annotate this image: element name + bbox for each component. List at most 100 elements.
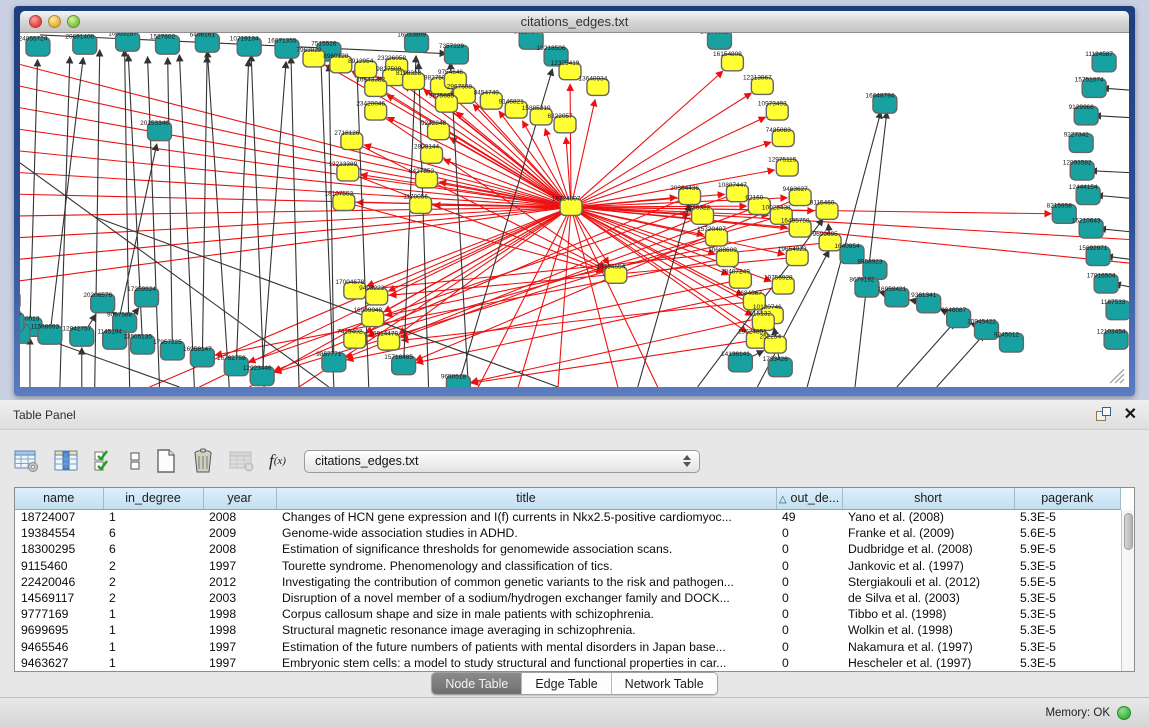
table-cell[interactable]: 1997: [203, 558, 276, 574]
tab-network-table[interactable]: Network Table: [612, 673, 717, 694]
table-cell[interactable]: 0: [776, 525, 842, 541]
table-cell[interactable]: 5.3E-5: [1014, 590, 1121, 606]
table-row[interactable]: 911546021997Tourette syndrome. Phenomeno…: [15, 558, 1121, 574]
table-cell[interactable]: Wolkin et al. (1998): [842, 622, 1014, 638]
table-cell[interactable]: Estimation of the future numbers of pati…: [276, 639, 776, 655]
table-cell[interactable]: 2008: [203, 509, 276, 525]
table-cell[interactable]: Jankovic et al. (1997): [842, 558, 1014, 574]
table-cell[interactable]: Disruption of a novel member of a sodium…: [276, 590, 776, 606]
table-cell[interactable]: 2: [103, 558, 203, 574]
table-cell[interactable]: Tibbo et al. (1998): [842, 606, 1014, 622]
table-cell[interactable]: Genome-wide association studies in ADHD.: [276, 525, 776, 541]
table-row[interactable]: 2242004622012Investigating the contribut…: [15, 574, 1121, 590]
table-cell[interactable]: 1: [103, 639, 203, 655]
column-header-year[interactable]: year: [203, 488, 276, 509]
close-panel-icon[interactable]: ✕: [1124, 407, 1137, 422]
table-cell[interactable]: 9463627: [15, 655, 103, 671]
column-header-pagerank[interactable]: pagerank: [1014, 488, 1121, 509]
table-row[interactable]: 946362711997Embryonic stem cells: a mode…: [15, 655, 1121, 671]
table-cell[interactable]: Structural magnetic resonance image aver…: [276, 622, 776, 638]
table-cell[interactable]: 2008: [203, 541, 276, 557]
table-cell[interactable]: 5.3E-5: [1014, 622, 1121, 638]
table-selector-dropdown[interactable]: citations_edges.txt: [304, 450, 700, 473]
table-cell[interactable]: 0: [776, 574, 842, 590]
table-cell[interactable]: 9699695: [15, 622, 103, 638]
table-cell[interactable]: 18724007: [15, 509, 103, 525]
show-columns-icon[interactable]: [54, 449, 79, 473]
table-row[interactable]: 977716911998Corpus callosum shape and si…: [15, 606, 1121, 622]
table-cell[interactable]: Investigating the contribution of common…: [276, 574, 776, 590]
table-cell[interactable]: Tourette syndrome. Phenomenology and cla…: [276, 558, 776, 574]
minimize-traffic-light-icon[interactable]: [48, 15, 61, 28]
tab-edge-table[interactable]: Edge Table: [522, 673, 611, 694]
table-cell[interactable]: 18300295: [15, 541, 103, 557]
table-cell[interactable]: 6: [103, 525, 203, 541]
table-cell[interactable]: 5.3E-5: [1014, 639, 1121, 655]
table-cell[interactable]: 2012: [203, 574, 276, 590]
table-cell[interactable]: Nakamura et al. (1997): [842, 639, 1014, 655]
table-cell[interactable]: 5.9E-5: [1014, 541, 1121, 557]
table-cell[interactable]: 5.6E-5: [1014, 525, 1121, 541]
table-cell[interactable]: 49: [776, 509, 842, 525]
table-cell[interactable]: 5.3E-5: [1014, 509, 1121, 525]
tab-node-table[interactable]: Node Table: [432, 673, 522, 694]
table-scrollbar[interactable]: [1121, 510, 1134, 671]
column-header-indegree[interactable]: in_degree: [103, 488, 203, 509]
table-cell[interactable]: 1998: [203, 606, 276, 622]
table-cell[interactable]: 2003: [203, 590, 276, 606]
network-view-window[interactable]: citations_edges.txt 24055724206914061005…: [14, 6, 1135, 396]
close-traffic-light-icon[interactable]: [29, 15, 42, 28]
select-columns-icon[interactable]: [93, 449, 115, 473]
table-cell[interactable]: 22420046: [15, 574, 103, 590]
table-row[interactable]: 946554611997Estimation of the future num…: [15, 639, 1121, 655]
table-row[interactable]: 1938455462009Genome-wide association stu…: [15, 525, 1121, 541]
table-cell[interactable]: Changes of HCN gene expression and I(f) …: [276, 509, 776, 525]
table-scrollbar-thumb[interactable]: [1124, 513, 1133, 550]
table-header-row[interactable]: namein_degreeyeartitle△out_de...shortpag…: [15, 488, 1121, 509]
row-height-icon[interactable]: [129, 449, 141, 473]
table-cell[interactable]: 1: [103, 655, 203, 671]
table-cell[interactable]: 6: [103, 541, 203, 557]
table-cell[interactable]: 0: [776, 541, 842, 557]
table-cell[interactable]: Franke et al. (2009): [842, 525, 1014, 541]
table-cell[interactable]: Embryonic stem cells: a model to study s…: [276, 655, 776, 671]
table-cell[interactable]: 2: [103, 574, 203, 590]
float-window-icon[interactable]: [1096, 407, 1112, 422]
table-cell[interactable]: Estimation of significance thresholds fo…: [276, 541, 776, 557]
table-cell[interactable]: 14569117: [15, 590, 103, 606]
table-cell[interactable]: 9115460: [15, 558, 103, 574]
table-cell[interactable]: 2: [103, 590, 203, 606]
table-cell[interactable]: 9465546: [15, 639, 103, 655]
column-header-outde[interactable]: △out_de...: [776, 488, 842, 509]
network-canvas[interactable]: 2405572420691406100532871527602646616110…: [20, 33, 1129, 387]
column-header-short[interactable]: short: [842, 488, 1014, 509]
table-cell[interactable]: 5.5E-5: [1014, 574, 1121, 590]
table-cell[interactable]: 9777169: [15, 606, 103, 622]
table-cell[interactable]: 19384554: [15, 525, 103, 541]
node-table[interactable]: namein_degreeyeartitle△out_de...shortpag…: [14, 487, 1135, 672]
delete-rows-icon[interactable]: [191, 448, 215, 474]
table-cell[interactable]: 1997: [203, 655, 276, 671]
table-cell[interactable]: 1997: [203, 639, 276, 655]
new-table-icon[interactable]: [155, 448, 177, 474]
table-cell[interactable]: 2009: [203, 525, 276, 541]
table-cell[interactable]: 1: [103, 509, 203, 525]
table-cell[interactable]: 0: [776, 639, 842, 655]
table-cell[interactable]: 0: [776, 590, 842, 606]
memory-ok-indicator-icon[interactable]: [1117, 706, 1131, 720]
table-row[interactable]: 1456911722003Disruption of a novel membe…: [15, 590, 1121, 606]
table-settings-icon[interactable]: [14, 449, 40, 473]
table-cell[interactable]: 0: [776, 655, 842, 671]
zoom-traffic-light-icon[interactable]: [67, 15, 80, 28]
table-cell[interactable]: 0: [776, 606, 842, 622]
table-cell[interactable]: 5.3E-5: [1014, 606, 1121, 622]
table-cell[interactable]: 5.3E-5: [1014, 558, 1121, 574]
table-cell[interactable]: Stergiakouli et al. (2012): [842, 574, 1014, 590]
column-header-name[interactable]: name: [15, 488, 103, 509]
table-cell[interactable]: 1: [103, 606, 203, 622]
table-cell[interactable]: 1998: [203, 622, 276, 638]
table-cell[interactable]: Dudbridge et al. (2008): [842, 541, 1014, 557]
network-window-titlebar[interactable]: citations_edges.txt: [20, 11, 1129, 33]
table-row[interactable]: 1830029562008Estimation of significance …: [15, 541, 1121, 557]
table-cell[interactable]: 1: [103, 622, 203, 638]
